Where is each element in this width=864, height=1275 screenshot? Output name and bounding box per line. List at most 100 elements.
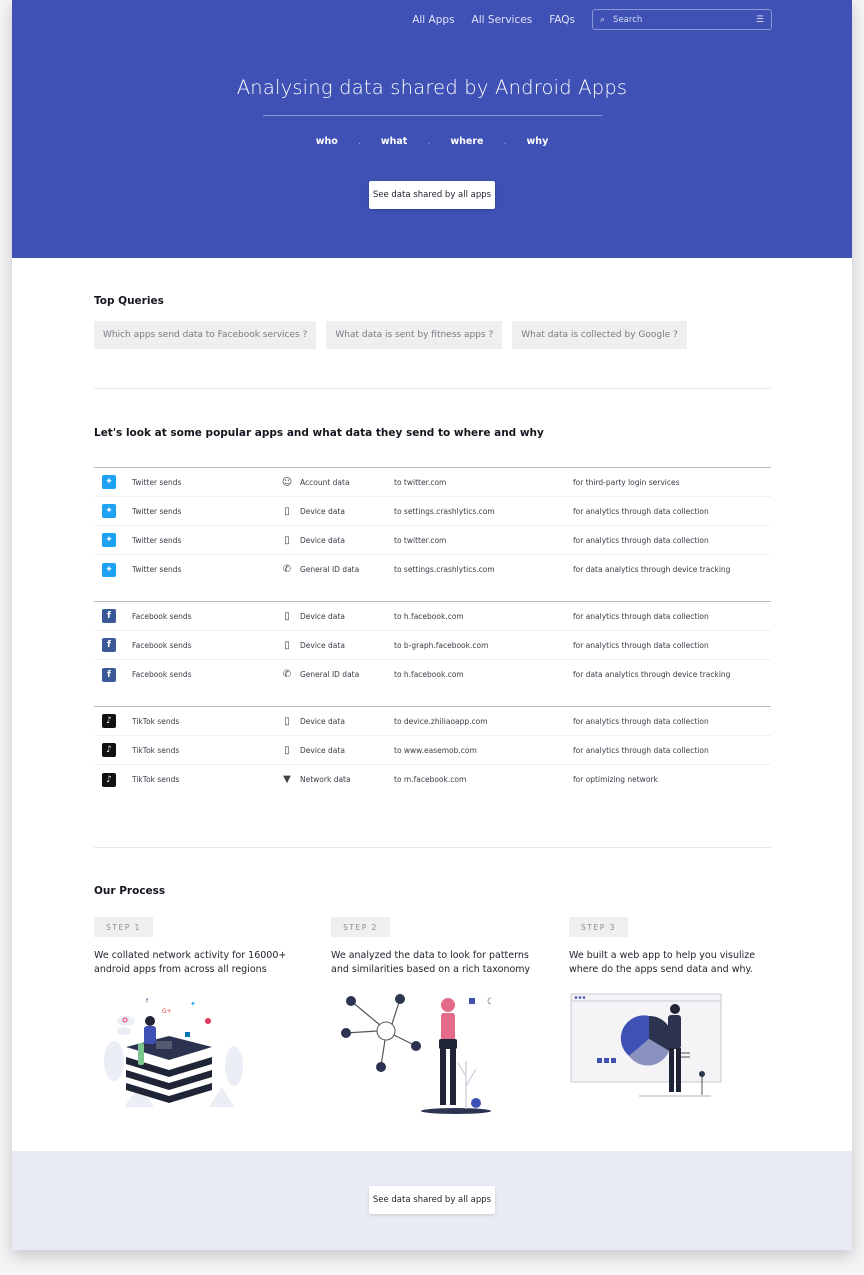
- device-icon: ▯: [284, 505, 290, 517]
- facebook-icon: f: [102, 667, 116, 682]
- app-group-twitter: ✦ Twitter sends ☺ Account data to twitte…: [94, 467, 771, 584]
- process-heading: Our Process: [94, 885, 166, 897]
- search-icon: ⌕: [600, 14, 606, 25]
- query-chip[interactable]: What data is sent by fitness apps ?: [326, 321, 503, 349]
- app-group-facebook: f Facebook sends ▯ Device data to h.face…: [94, 601, 771, 689]
- table-row[interactable]: ♪ TikTok sends ▯ Device data to device.z…: [94, 707, 771, 736]
- destination: to h.facebook.com: [394, 670, 464, 679]
- app-name: TikTok sends: [132, 716, 180, 726]
- destination: to m.facebook.com: [394, 775, 467, 784]
- nav-all-apps[interactable]: All Apps: [412, 14, 454, 26]
- data-type: General ID data: [300, 670, 360, 679]
- tiktok-icon: ♪: [102, 772, 116, 787]
- nav-faqs[interactable]: FAQs: [549, 14, 575, 26]
- nav-all-services[interactable]: All Services: [472, 14, 533, 26]
- step-label: STEP 3: [569, 917, 628, 937]
- purpose: for analytics through data collection: [573, 506, 709, 516]
- twitter-icon: ✦: [102, 562, 116, 577]
- tag-what: what: [380, 136, 408, 147]
- purpose: for optimizing network: [573, 775, 658, 784]
- twitter-icon: ✦: [102, 533, 116, 547]
- table-row[interactable]: ✦ Twitter sends ▯ Device data to setting…: [94, 497, 771, 526]
- top-queries-list: Which apps send data to Facebook service…: [94, 321, 697, 349]
- popular-apps-heading: Let's look at some popular apps and what…: [94, 427, 544, 439]
- app-name: Facebook sends: [132, 670, 192, 679]
- app-name: Twitter sends: [132, 506, 182, 516]
- query-chip[interactable]: Which apps send data to Facebook service…: [94, 321, 317, 349]
- destination: to settings.crashlytics.com: [394, 506, 495, 516]
- tag-separator: .: [357, 136, 361, 147]
- account-icon: ☺: [281, 476, 293, 488]
- app-name: TikTok sends: [132, 745, 180, 755]
- table-row[interactable]: ✦ Twitter sends ▯ Device data to twitter…: [94, 526, 771, 555]
- table-row[interactable]: f Facebook sends ✆ General ID data to h.…: [94, 660, 771, 689]
- svg-text:✦: ✦: [190, 1000, 196, 1008]
- tiktok-icon: ♪: [102, 743, 116, 757]
- purpose: for analytics through data collection: [573, 535, 709, 545]
- tag-separator: .: [503, 136, 507, 147]
- app-name: TikTok sends: [132, 775, 180, 784]
- step-label: STEP 2: [331, 917, 390, 937]
- data-type: Device data: [300, 716, 345, 726]
- device-icon: ▯: [284, 610, 290, 622]
- search-input[interactable]: ⌕ Search ☰: [592, 9, 772, 30]
- table-row[interactable]: ♪ TikTok sends ▯ Device data to www.ease…: [94, 736, 771, 765]
- device-icon: ▯: [284, 534, 290, 546]
- step-description: We built a web app to help you visulize …: [569, 950, 756, 975]
- table-row[interactable]: ♪ TikTok sends ▼ Network data to m.faceb…: [94, 765, 771, 794]
- destination: to www.easemob.com: [394, 745, 477, 755]
- network-collection-illustration: f G+ ✦: [104, 998, 243, 1107]
- section-divider: [94, 847, 771, 848]
- data-type: Network data: [300, 775, 351, 784]
- data-type: Device data: [300, 745, 345, 755]
- wifi-icon: ▼: [283, 774, 291, 785]
- destination: to twitter.com: [394, 477, 447, 487]
- table-row[interactable]: ✦ Twitter sends ☺ Account data to twitte…: [94, 468, 771, 497]
- search-placeholder: Search: [613, 14, 643, 25]
- destination: to device.zhiliaoapp.com: [394, 716, 488, 726]
- app-data-table: ✦ Twitter sends ☺ Account data to twitte…: [94, 467, 771, 811]
- step-description: We collated network activity for 16000+ …: [94, 950, 287, 975]
- app-name: Twitter sends: [132, 477, 182, 487]
- query-chip[interactable]: What data is collected by Google ?: [512, 321, 687, 349]
- data-type: Account data: [300, 477, 350, 487]
- purpose: for analytics through data collection: [573, 611, 709, 621]
- see-all-apps-button-footer[interactable]: See data shared by all apps: [369, 1186, 495, 1214]
- phone-icon: ✆: [282, 564, 292, 575]
- step-label: STEP 1: [94, 917, 153, 937]
- twitter-icon: ✦: [102, 504, 116, 518]
- process-step-1: STEP 1 We collated network activity for …: [94, 917, 304, 977]
- device-icon: ▯: [284, 715, 290, 727]
- see-all-apps-button[interactable]: See data shared by all apps: [369, 181, 495, 209]
- purpose: for third-party login services: [573, 477, 680, 487]
- top-queries-heading: Top Queries: [94, 295, 164, 307]
- svg-text:G+: G+: [162, 1008, 172, 1015]
- svg-text:f: f: [146, 998, 149, 1005]
- table-row[interactable]: f Facebook sends ▯ Device data to h.face…: [94, 602, 771, 631]
- purpose: for data analytics through device tracki…: [573, 565, 731, 574]
- data-type: Device data: [300, 611, 345, 621]
- visualization-illustration: [570, 993, 722, 1097]
- app-name: Facebook sends: [132, 611, 192, 621]
- app-name: Facebook sends: [132, 640, 192, 650]
- data-type: General ID data: [300, 565, 360, 574]
- destination: to twitter.com: [394, 535, 447, 545]
- data-analysis-illustration: [341, 994, 491, 1114]
- data-type: Device data: [300, 506, 345, 516]
- process-step-2: STEP 2 We analyzed the data to look for …: [331, 917, 541, 977]
- hero-tags: who . what . where . why: [12, 136, 852, 147]
- facebook-icon: f: [102, 609, 116, 623]
- filter-icon[interactable]: ☰: [756, 15, 764, 25]
- purpose: for analytics through data collection: [573, 745, 709, 755]
- app-name: Twitter sends: [132, 535, 182, 545]
- data-type: Device data: [300, 640, 345, 650]
- destination: to b-graph.facebook.com: [394, 640, 489, 650]
- tiktok-icon: ♪: [102, 714, 116, 728]
- page-frame: All Apps All Services FAQs ⌕ Search ☰ An…: [12, 0, 852, 1250]
- table-row[interactable]: f Facebook sends ▯ Device data to b-grap…: [94, 631, 771, 660]
- facebook-icon: f: [102, 638, 116, 652]
- app-group-tiktok: ♪ TikTok sends ▯ Device data to device.z…: [94, 706, 771, 794]
- phone-icon: ✆: [282, 669, 292, 680]
- table-row[interactable]: ✦ Twitter sends ✆ General ID data to set…: [94, 555, 771, 584]
- device-icon: ▯: [284, 639, 290, 651]
